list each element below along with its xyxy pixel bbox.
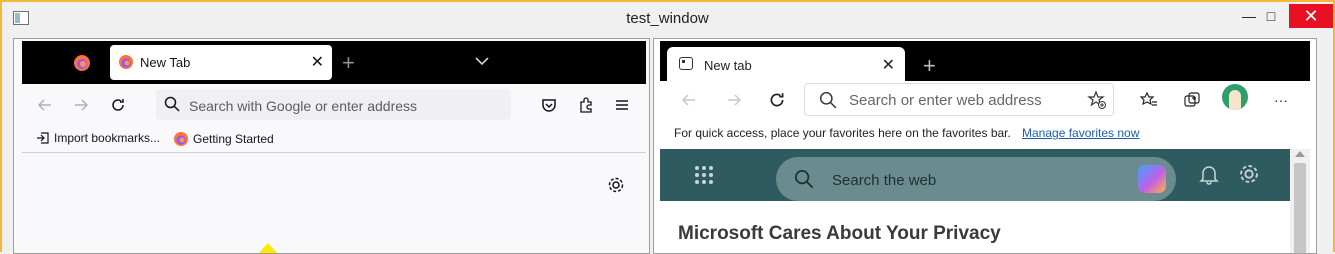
title-bar: test_window — □ ✕ <box>2 2 1333 36</box>
edge-nav-bar: Search or enter web address ··· <box>660 81 1310 119</box>
firefox-tab-icon <box>119 55 133 69</box>
edge-tab-new-tab[interactable]: New tab ✕ <box>667 47 905 82</box>
pocket-button[interactable] <box>536 92 562 118</box>
menu-button[interactable] <box>609 92 635 118</box>
collections-icon <box>1184 92 1200 107</box>
manage-favorites-link[interactable]: Manage favorites now <box>1022 126 1139 140</box>
edge-pane: New tab ✕ + Search or enter web address <box>653 38 1317 254</box>
firefox-tab-new-tab[interactable]: New Tab ✕ <box>110 45 332 80</box>
copilot-icon[interactable] <box>1138 165 1166 193</box>
close-button[interactable]: ✕ <box>1289 4 1333 28</box>
import-bookmarks-label: Import bookmarks... <box>54 131 161 145</box>
reload-icon <box>112 99 124 111</box>
getting-started-label: Getting Started <box>193 132 274 146</box>
edge-new-tab-button[interactable]: + <box>923 53 936 79</box>
scrollbar-thumb[interactable] <box>1294 163 1306 253</box>
favorites-bar: For quick access, place your favorites h… <box>660 119 1310 149</box>
app-window: test_window — □ ✕ New Tab ✕ + Search wit… <box>0 0 1335 254</box>
edge-refresh-button[interactable] <box>764 87 790 113</box>
edge-back-button[interactable] <box>676 87 702 113</box>
search-icon <box>795 170 814 189</box>
pocket-icon <box>542 99 556 112</box>
gear-icon[interactable] <box>607 176 625 194</box>
web-search-box[interactable]: Search the web <box>776 157 1176 201</box>
edge-forward-button[interactable] <box>721 87 747 113</box>
favorites-list-icon <box>1140 91 1157 106</box>
firefox-tab-bar: New Tab ✕ + <box>22 41 646 84</box>
edge-tab-close-icon[interactable]: ✕ <box>882 55 895 75</box>
edge-hero-banner: Search the web <box>660 149 1290 201</box>
search-icon <box>164 96 180 112</box>
import-bookmarks-item[interactable]: Import bookmarks... <box>36 131 160 145</box>
edge-address-placeholder: Search or enter web address <box>849 92 1042 109</box>
favorites-button[interactable] <box>1136 87 1162 113</box>
maximize-button[interactable]: □ <box>1249 4 1293 28</box>
forward-arrow-icon <box>75 99 89 111</box>
back-arrow-icon <box>37 99 51 111</box>
firefox-tab-label: New Tab <box>140 55 191 70</box>
settings-and-more-button[interactable]: ··· <box>1268 87 1294 113</box>
forward-button[interactable] <box>68 92 94 118</box>
profile-avatar[interactable] <box>1222 84 1248 110</box>
hamburger-menu-icon <box>616 100 628 110</box>
edge-page-scrollbar[interactable] <box>1290 149 1310 253</box>
firefox-wallpaper-shape <box>257 243 279 253</box>
search-icon <box>819 91 837 109</box>
firefox-new-tab-button[interactable]: + <box>342 50 355 76</box>
list-all-tabs-icon[interactable] <box>474 53 490 69</box>
new-tab-page-icon <box>679 57 693 70</box>
edge-address-bar[interactable]: Search or enter web address <box>804 83 1114 116</box>
bell-icon[interactable] <box>1198 163 1220 185</box>
gear-icon[interactable] <box>1238 163 1260 185</box>
window-title: test_window <box>626 10 709 27</box>
firefox-nav-bar: Search with Google or enter address <box>22 84 646 126</box>
firefox-address-bar[interactable]: Search with Google or enter address <box>156 89 511 120</box>
back-arrow-icon <box>681 94 695 106</box>
refresh-icon <box>770 93 784 107</box>
firefox-address-placeholder: Search with Google or enter address <box>189 98 418 114</box>
firefox-logo-icon[interactable] <box>73 54 91 72</box>
favorites-bar-hint: For quick access, place your favorites h… <box>674 126 1011 140</box>
edge-tab-label: New tab <box>704 58 752 73</box>
edge-tab-bar: New tab ✕ + <box>660 41 1310 82</box>
scroll-up-arrow-icon[interactable] <box>1295 151 1305 157</box>
puzzle-icon <box>580 97 592 113</box>
add-favorite-star-icon[interactable] <box>1087 90 1107 110</box>
back-button[interactable] <box>32 92 58 118</box>
forward-arrow-icon <box>728 94 742 106</box>
privacy-heading: Microsoft Cares About Your Privacy <box>678 223 1001 244</box>
edge-new-tab-page: Search the web Microsoft Cares About You… <box>660 149 1290 253</box>
firefox-new-tab-page <box>22 154 646 253</box>
bookmarks-toolbar: Import bookmarks... Getting Started <box>22 127 646 153</box>
app-launcher-icon[interactable] <box>695 166 713 184</box>
firefox-pane: New Tab ✕ + Search with Google or enter … <box>13 38 650 254</box>
extensions-button[interactable] <box>573 92 599 118</box>
firefox-tab-close-icon[interactable]: ✕ <box>311 52 324 72</box>
reload-button[interactable] <box>105 92 131 118</box>
getting-started-bookmark[interactable]: Getting Started <box>173 131 274 147</box>
firefox-favicon-icon <box>174 132 188 146</box>
collections-button[interactable] <box>1179 87 1205 113</box>
import-icon <box>37 132 49 144</box>
web-search-placeholder: Search the web <box>832 172 937 189</box>
